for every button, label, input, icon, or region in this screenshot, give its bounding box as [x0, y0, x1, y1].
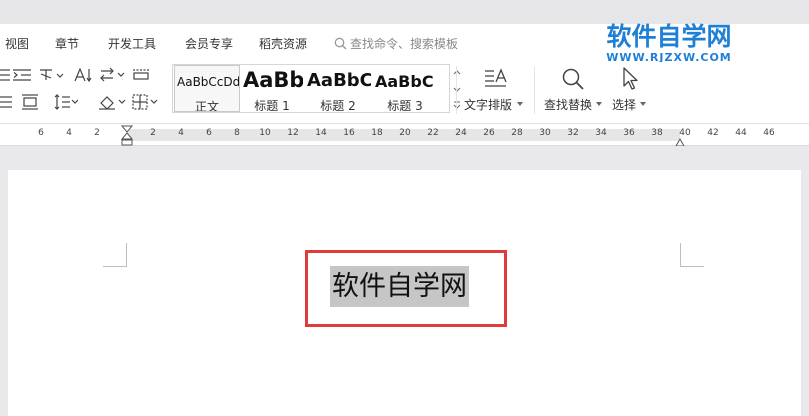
- show-marks-icon[interactable]: [132, 68, 150, 80]
- chevron-down-icon: [640, 102, 646, 106]
- text-layout-icon: [484, 68, 508, 94]
- ruler-tick: 8: [234, 128, 240, 138]
- ruler-tick: 44: [735, 128, 747, 138]
- menu-member-exclusive[interactable]: 会员专享: [185, 35, 233, 52]
- horizontal-ruler[interactable]: 6 4 2 2 4 6 8 10 12 14 16 18 20 22 24 26…: [0, 124, 809, 147]
- style-name: 标题 3: [387, 99, 423, 112]
- style-name: 标题 1: [254, 99, 290, 112]
- borders-icon[interactable]: [132, 94, 158, 110]
- ruler-tick: 38: [651, 128, 663, 138]
- ruler-tick: 2: [94, 128, 100, 138]
- increase-indent-icon[interactable]: [13, 68, 31, 82]
- style-sample: AaBbC: [307, 70, 371, 91]
- style-name: 正文: [194, 100, 219, 112]
- margin-corner-top-right: [680, 243, 704, 267]
- text-direction-icon[interactable]: [73, 67, 93, 83]
- ruler-tick: 14: [315, 128, 327, 138]
- chevron-down-icon: [596, 102, 602, 106]
- search-icon: [334, 37, 347, 50]
- ruler-tick: 12: [287, 128, 299, 138]
- toolbar-divider: [534, 66, 535, 114]
- ruler-tick: 18: [371, 128, 383, 138]
- chinese-layout-icon[interactable]: [38, 68, 64, 82]
- ruler-tick: 4: [178, 128, 184, 138]
- command-search[interactable]: 查找命令、搜索模板: [334, 35, 458, 52]
- style-heading-2[interactable]: AaBbC 标题 2: [305, 65, 371, 112]
- ruler-tick: 26: [483, 128, 495, 138]
- ruler-tick: 36: [623, 128, 635, 138]
- margin-corner-top-left: [103, 243, 127, 267]
- align-list-icon[interactable]: [0, 95, 12, 109]
- ruler-tick: 6: [38, 128, 44, 138]
- menu-docer-resources[interactable]: 稻壳资源: [259, 35, 307, 52]
- command-search-placeholder: 查找命令、搜索模板: [350, 37, 459, 51]
- ruler-tick: 42: [707, 128, 719, 138]
- styles-gallery-scroll[interactable]: [452, 66, 462, 112]
- menu-developer-tools[interactable]: 开发工具: [108, 35, 156, 52]
- cursor-arrow-icon: [621, 67, 639, 95]
- ruler-tick: 16: [343, 128, 355, 138]
- ruler-tick: 2: [150, 128, 156, 138]
- ruler-tick: 20: [399, 128, 411, 138]
- ruler-tick: 10: [259, 128, 271, 138]
- ruler-tick: 6: [206, 128, 212, 138]
- title-bar: [0, 0, 809, 24]
- style-heading-3[interactable]: AaBbC 标题 3: [373, 65, 437, 112]
- toolbar-divider: [456, 66, 457, 114]
- text-layout-label: 文字排版: [464, 98, 513, 112]
- style-normal[interactable]: AaBbCcDd 正文: [174, 65, 240, 112]
- menu-chapter[interactable]: 章节: [55, 35, 79, 52]
- watermark-name: 软件自学网: [606, 22, 732, 51]
- style-sample: AaBb: [243, 68, 303, 92]
- styles-gallery: AaBbCcDd 正文 AaBb 标题 1 AaBbC 标题 2 AaBbC 标…: [172, 64, 450, 113]
- select-label: 选择: [612, 98, 637, 112]
- decrease-indent-icon[interactable]: [0, 68, 10, 82]
- ruler-tick: 46: [763, 128, 775, 138]
- line-spacing-icon[interactable]: [54, 94, 78, 110]
- ribbon-toolbar: AaBbCcDd 正文 AaBb 标题 1 AaBbC 标题 2 AaBbC 标…: [0, 62, 809, 124]
- magnifier-icon: [561, 67, 585, 95]
- sort-icon[interactable]: [99, 67, 125, 83]
- ruler-tick: 28: [511, 128, 523, 138]
- watermark-logo: 软件自学网 WWW.RJZXW.COM: [594, 22, 744, 64]
- style-sample: AaBbC: [375, 72, 434, 91]
- style-heading-1[interactable]: AaBb 标题 1: [241, 65, 303, 112]
- style-name: 标题 2: [320, 99, 356, 112]
- ruler-tick: 24: [455, 128, 467, 138]
- paragraph-spacing-icon[interactable]: [21, 94, 39, 110]
- ruler-tick: 32: [567, 128, 579, 138]
- highlight-box: [305, 250, 507, 327]
- chevron-down-icon: [517, 102, 523, 106]
- ruler-tick: 22: [427, 128, 439, 138]
- style-sample: AaBbCcDd: [177, 75, 240, 89]
- ruler-tick: 4: [66, 128, 72, 138]
- ruler-tick: 30: [539, 128, 551, 138]
- ruler-tick: 34: [595, 128, 607, 138]
- menu-view[interactable]: 视图: [5, 35, 29, 52]
- shading-icon[interactable]: [98, 94, 126, 110]
- find-replace-label: 查找替换: [544, 98, 593, 112]
